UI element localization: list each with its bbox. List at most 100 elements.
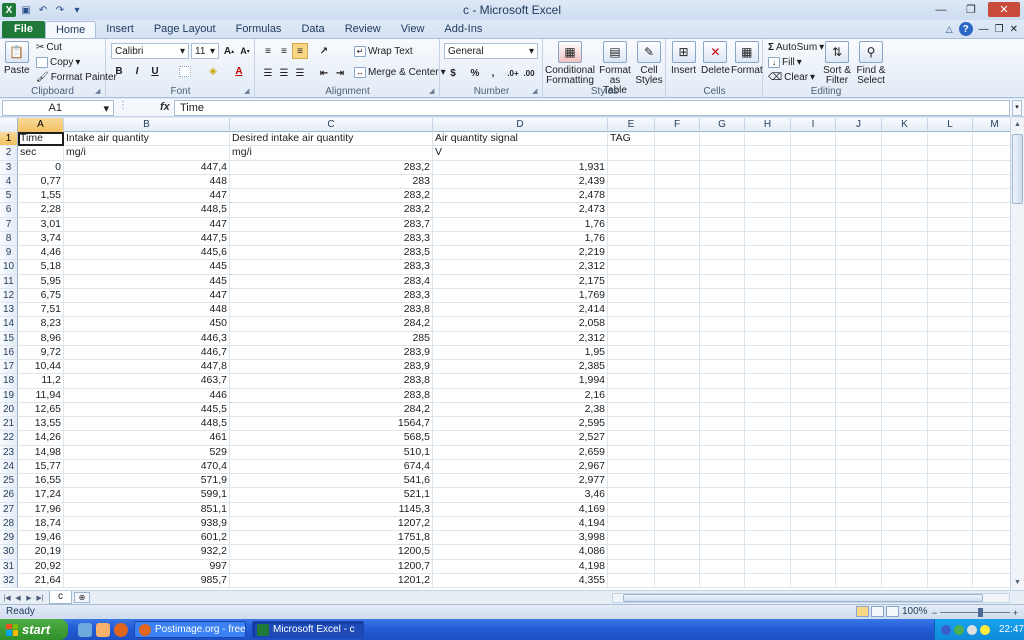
cell-k29[interactable]: [882, 531, 928, 546]
excel-logo-icon[interactable]: X: [2, 3, 16, 17]
cell-j15[interactable]: [836, 331, 882, 346]
cell-c5[interactable]: 283,2: [230, 189, 433, 204]
cell-k25[interactable]: [882, 474, 928, 489]
cell-m3[interactable]: [973, 161, 1010, 175]
find-select-button[interactable]: ⚲ Find & Select: [856, 41, 886, 86]
cell-d30[interactable]: 4,086: [433, 545, 608, 560]
align-top-icon[interactable]: ≡: [260, 43, 276, 59]
page-layout-view-icon[interactable]: [871, 606, 884, 617]
dialog-launcher-icon[interactable]: ◢: [244, 88, 252, 96]
cell-m2[interactable]: [973, 146, 1010, 161]
cell-d3[interactable]: 1,931: [433, 160, 608, 175]
cell-k20[interactable]: [882, 402, 928, 417]
cell-k16[interactable]: [882, 345, 928, 360]
cell-h18[interactable]: [745, 374, 791, 389]
cell-e9[interactable]: [608, 246, 655, 261]
cell-m1[interactable]: [973, 132, 1010, 147]
close-icon[interactable]: ✕: [988, 2, 1020, 17]
fx-icon[interactable]: fx: [160, 101, 170, 113]
row-header[interactable]: 8: [0, 231, 18, 246]
fill-color-icon[interactable]: ◈: [205, 63, 221, 79]
redo-icon[interactable]: ↷: [53, 3, 67, 17]
cell-a18[interactable]: 11,2: [18, 374, 64, 389]
cell-c26[interactable]: 521,1: [230, 488, 433, 503]
cell-d13[interactable]: 2,414: [433, 303, 608, 318]
cell-i17[interactable]: [791, 360, 836, 375]
cell-l24[interactable]: [928, 459, 973, 474]
cell-h21[interactable]: [745, 417, 791, 432]
cell-i24[interactable]: [791, 459, 836, 474]
cell-f1[interactable]: [655, 132, 700, 147]
cell-f9[interactable]: [655, 246, 700, 261]
cell-b18[interactable]: 463,7: [64, 374, 230, 389]
row-header[interactable]: 13: [0, 303, 18, 318]
cell-l5[interactable]: [928, 189, 973, 204]
cell-d11[interactable]: 2,175: [433, 274, 608, 289]
cell-i10[interactable]: [791, 260, 836, 275]
cell-c20[interactable]: 284,2: [230, 402, 433, 417]
column-header-h[interactable]: H: [745, 118, 791, 132]
cell-a2[interactable]: sec: [18, 146, 64, 161]
column-header-b[interactable]: B: [64, 118, 230, 132]
cell-g19[interactable]: [700, 388, 745, 403]
cell-m15[interactable]: [973, 332, 1010, 346]
cell-b32[interactable]: 985,7: [64, 573, 230, 588]
cell-c2[interactable]: mg/i: [230, 146, 433, 161]
cell-f30[interactable]: [655, 545, 700, 560]
zoom-slider[interactable]: − +: [932, 608, 1018, 618]
cell-h20[interactable]: [745, 402, 791, 417]
cell-b12[interactable]: 447: [64, 288, 230, 303]
cell-a10[interactable]: 5,18: [18, 260, 64, 275]
cell-h29[interactable]: [745, 531, 791, 546]
cell-c15[interactable]: 285: [230, 331, 433, 346]
cell-l8[interactable]: [928, 231, 973, 246]
cell-g25[interactable]: [700, 474, 745, 489]
cell-a27[interactable]: 17,96: [18, 502, 64, 517]
shrink-font-icon[interactable]: A ▾: [237, 43, 253, 59]
cell-b4[interactable]: 448: [64, 174, 230, 189]
cell-g17[interactable]: [700, 360, 745, 375]
cell-g11[interactable]: [700, 274, 745, 289]
zoom-knob[interactable]: [978, 608, 984, 617]
row-header[interactable]: 23: [0, 445, 18, 460]
cell-l16[interactable]: [928, 345, 973, 360]
cell-e11[interactable]: [608, 274, 655, 289]
cell-a28[interactable]: 18,74: [18, 516, 64, 531]
cell-h32[interactable]: [745, 573, 791, 588]
cell-b28[interactable]: 938,9: [64, 516, 230, 531]
cell-b30[interactable]: 932,2: [64, 545, 230, 560]
cell-a29[interactable]: 19,46: [18, 531, 64, 546]
cell-k14[interactable]: [882, 317, 928, 332]
cell-c22[interactable]: 568,5: [230, 431, 433, 446]
cell-f20[interactable]: [655, 402, 700, 417]
cell-m14[interactable]: [973, 317, 1010, 332]
cell-g13[interactable]: [700, 303, 745, 318]
cell-f27[interactable]: [655, 502, 700, 517]
tray-network-icon[interactable]: [941, 624, 951, 635]
cell-j30[interactable]: [836, 545, 882, 560]
align-left-icon[interactable]: ☰: [260, 65, 276, 81]
align-center-icon[interactable]: ☰: [276, 65, 292, 81]
cell-b20[interactable]: 445,5: [64, 402, 230, 417]
cell-f22[interactable]: [655, 431, 700, 446]
column-header-a[interactable]: A: [18, 118, 64, 132]
cell-e18[interactable]: [608, 374, 655, 389]
cell-h4[interactable]: [745, 174, 791, 189]
cell-c24[interactable]: 674,4: [230, 459, 433, 474]
format-cells-button[interactable]: ▦ Format: [731, 41, 763, 76]
cell-h25[interactable]: [745, 474, 791, 489]
cell-d5[interactable]: 2,478: [433, 189, 608, 204]
cell-h7[interactable]: [745, 217, 791, 232]
firefox-icon[interactable]: [114, 622, 128, 637]
start-button[interactable]: start: [0, 619, 68, 640]
cell-g14[interactable]: [700, 317, 745, 332]
cell-h31[interactable]: [745, 559, 791, 574]
cell-m31[interactable]: [973, 560, 1010, 574]
cell-d1[interactable]: Air quantity signal: [433, 132, 608, 147]
cell-d28[interactable]: 4,194: [433, 516, 608, 531]
align-right-icon[interactable]: ☰: [292, 65, 308, 81]
cell-f10[interactable]: [655, 260, 700, 275]
cell-f19[interactable]: [655, 388, 700, 403]
cell-f3[interactable]: [655, 160, 700, 175]
cell-l29[interactable]: [928, 531, 973, 546]
